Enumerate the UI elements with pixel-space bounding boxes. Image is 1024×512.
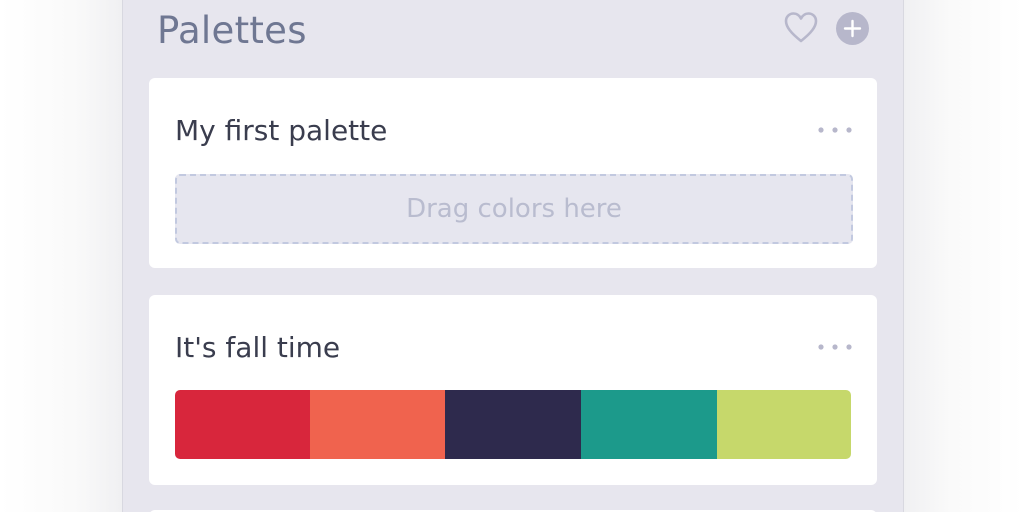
palettes-panel: Palettes My first palette Drag colors he… — [122, 0, 904, 512]
color-swatch[interactable] — [309, 390, 446, 459]
more-horizontal-icon — [818, 344, 852, 350]
palette-swatches — [175, 390, 851, 459]
plus-icon — [843, 19, 862, 38]
backdrop-left — [0, 0, 122, 512]
panel-title: Palettes — [157, 9, 307, 52]
color-swatch[interactable] — [717, 390, 851, 459]
color-dropzone[interactable]: Drag colors here — [175, 174, 853, 244]
palette-card: It's fall time — [149, 295, 877, 485]
color-swatch[interactable] — [175, 390, 310, 459]
color-swatch[interactable] — [445, 390, 581, 459]
palette-menu-button[interactable] — [817, 337, 853, 357]
favorites-button[interactable] — [783, 10, 819, 46]
palette-title[interactable]: It's fall time — [175, 331, 340, 365]
palette-title[interactable]: My first palette — [175, 114, 387, 148]
add-palette-button[interactable] — [836, 12, 869, 45]
color-swatch[interactable] — [580, 390, 718, 459]
palette-card: My first palette Drag colors here — [149, 78, 877, 268]
more-horizontal-icon — [818, 127, 852, 133]
heart-outline-icon — [784, 12, 818, 43]
backdrop-right — [903, 0, 1024, 512]
palette-menu-button[interactable] — [817, 120, 853, 140]
dropzone-hint: Drag colors here — [406, 194, 622, 224]
